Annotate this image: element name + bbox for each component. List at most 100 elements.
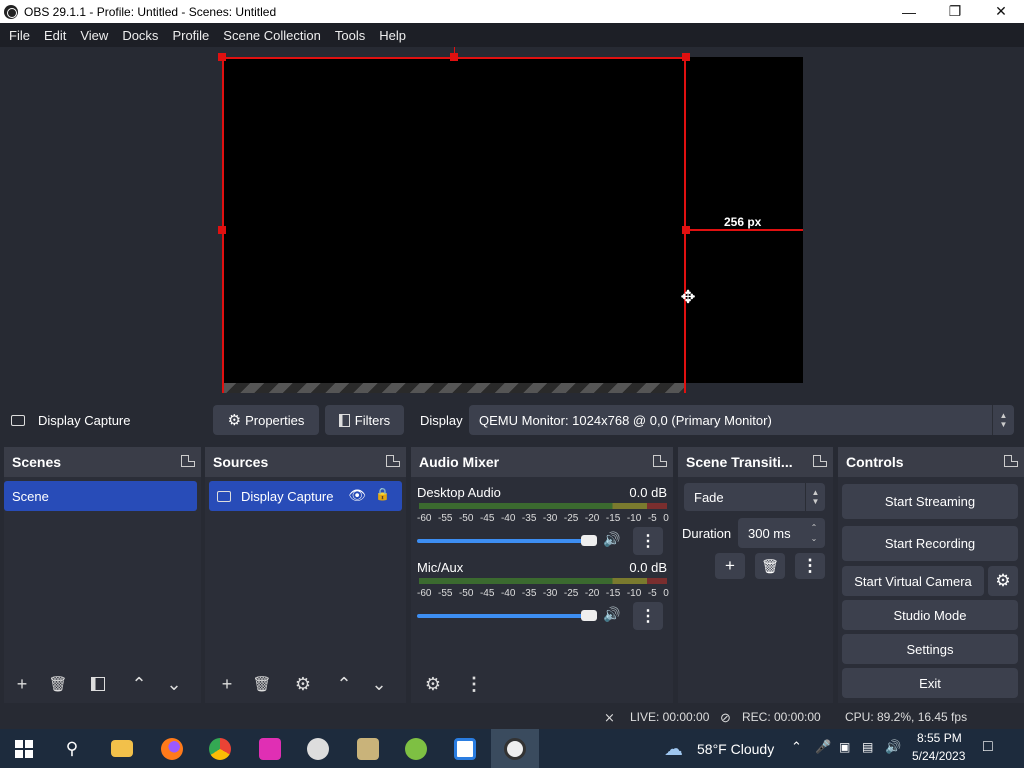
volume-slider-knob[interactable] — [581, 610, 597, 621]
rec-timer: REC: 00:00:00 — [742, 710, 821, 724]
scale-tick: -55 — [437, 588, 453, 599]
menu-file[interactable]: File — [2, 28, 37, 43]
scale-tick: -45 — [479, 588, 495, 599]
transition-properties-button[interactable]: ⋮ — [795, 553, 825, 579]
volume-slider-knob[interactable] — [581, 535, 597, 546]
file-explorer-icon[interactable] — [98, 729, 146, 768]
remove-scene-icon[interactable]: 🗑 — [43, 669, 73, 699]
move-cursor-icon: ✥ — [680, 287, 696, 307]
firefox-icon[interactable] — [148, 729, 196, 768]
remove-source-icon[interactable]: 🗑 — [247, 669, 277, 699]
app-icon-face[interactable] — [294, 729, 342, 768]
transition-select-value: Fade — [694, 489, 724, 505]
undock-icon[interactable] — [386, 455, 400, 467]
add-scene-icon[interactable]: + — [7, 669, 37, 699]
meter-scale: -60 -55 -50 -45 -40 -35 -30 -25 -20 -15 … — [417, 513, 669, 524]
menu-docks[interactable]: Docks — [115, 28, 165, 43]
menu-scene-collection[interactable]: Scene Collection — [216, 28, 328, 43]
scale-tick: -5 — [647, 513, 657, 524]
move-source-up-icon[interactable]: ⌃ — [329, 669, 359, 699]
menu-help[interactable]: Help — [372, 28, 413, 43]
search-icon[interactable]: ⚲ — [48, 729, 96, 768]
move-scene-up-icon[interactable]: ⌃ — [124, 669, 154, 699]
menu-profile[interactable]: Profile — [165, 28, 216, 43]
remove-transition-button[interactable]: 🗑 — [755, 553, 785, 579]
preview-area[interactable]: 256 px ✥ — [0, 47, 1024, 393]
notification-icon[interactable]: □ — [983, 738, 993, 756]
scale-tick: -5 — [647, 588, 657, 599]
channel-menu-button[interactable]: ⋮ — [633, 602, 663, 630]
move-source-down-icon[interactable]: ⌄ — [364, 669, 394, 699]
add-source-icon[interactable]: + — [212, 669, 242, 699]
source-list-item[interactable]: Display Capture 👁 🔒 — [209, 481, 402, 511]
start-recording-button[interactable]: Start Recording — [842, 526, 1018, 561]
source-bounding-box[interactable] — [222, 57, 686, 393]
filters-button[interactable]: Filters — [325, 405, 404, 435]
channel-name: Mic/Aux — [417, 560, 464, 575]
lock-icon[interactable]: 🔒 — [375, 487, 390, 501]
volume-icon[interactable]: 🔊 — [885, 739, 901, 755]
microphone-icon[interactable]: 🎤 — [815, 739, 831, 755]
menu-view[interactable]: View — [73, 28, 115, 43]
volume-slider[interactable] — [417, 539, 595, 543]
scene-filters-icon[interactable] — [83, 669, 113, 699]
mixer-channel-desktop-audio: Desktop Audio 0.0 dB -60 -55 -50 -45 -40… — [411, 485, 673, 560]
close-button[interactable]: ✕ — [978, 0, 1024, 23]
move-scene-down-icon[interactable]: ⌄ — [159, 669, 189, 699]
start-virtual-camera-button[interactable]: Start Virtual Camera — [842, 566, 984, 596]
menu-tools[interactable]: Tools — [328, 28, 372, 43]
source-properties-icon[interactable]: ⚙ — [288, 669, 318, 699]
resize-handle[interactable] — [218, 226, 226, 234]
undock-icon[interactable] — [813, 455, 827, 467]
transition-select[interactable]: Fade ▲ ▼ — [684, 483, 825, 511]
scale-tick: -20 — [584, 513, 600, 524]
scale-tick: -55 — [437, 513, 453, 524]
speaker-icon[interactable]: 🔊 — [603, 606, 620, 623]
exit-label: Exit — [919, 675, 941, 691]
scene-list-item[interactable]: Scene — [4, 481, 197, 511]
clock-time[interactable]: 8:55 PM — [917, 731, 962, 745]
app-icon-window[interactable] — [441, 729, 489, 768]
duration-input[interactable]: 300 ms ⌃ ⌄ — [738, 518, 825, 548]
windows-start-icon[interactable] — [0, 729, 48, 768]
volume-slider[interactable] — [417, 614, 595, 618]
cpu-usage: CPU: 89.2%, 16.45 fps — [845, 710, 968, 724]
exit-button[interactable]: Exit — [842, 668, 1018, 698]
minimize-button[interactable]: — — [886, 0, 932, 23]
settings-button[interactable]: Settings — [842, 634, 1018, 664]
obs-taskbar-icon[interactable] — [491, 729, 539, 768]
mixer-menu-icon[interactable]: ⋮ — [459, 669, 489, 699]
scenes-title: Scenes — [12, 454, 62, 470]
eye-icon[interactable]: 👁 — [348, 487, 366, 504]
gear-icon: ⚙ — [227, 412, 242, 429]
chevron-up-icon[interactable]: ⌃ — [791, 739, 802, 755]
filters-label: Filters — [354, 412, 391, 428]
chrome-icon[interactable] — [196, 729, 244, 768]
virtual-camera-settings-button[interactable]: ⚙ — [988, 566, 1018, 596]
speaker-icon[interactable]: 🔊 — [603, 531, 620, 548]
weather-text[interactable]: 58°F Cloudy — [697, 741, 774, 757]
undock-icon[interactable] — [653, 455, 667, 467]
start-streaming-button[interactable]: Start Streaming — [842, 484, 1018, 519]
app-icon-tools[interactable] — [344, 729, 392, 768]
add-transition-button[interactable]: + — [715, 553, 745, 579]
filter-icon — [338, 413, 350, 427]
clock-date[interactable]: 5/24/2023 — [912, 749, 965, 763]
maximize-button[interactable]: ❐ — [932, 0, 978, 23]
display-select[interactable]: QEMU Monitor: 1024x768 @ 0,0 (Primary Mo… — [469, 405, 1014, 435]
stepper-icon[interactable]: ⌃ ⌄ — [805, 518, 823, 548]
undock-icon[interactable] — [181, 455, 195, 467]
studio-mode-button[interactable]: Studio Mode — [842, 600, 1018, 630]
menu-edit[interactable]: Edit — [37, 28, 73, 43]
tray-app-icon[interactable]: ▣ — [839, 740, 850, 754]
scale-tick: -35 — [521, 513, 537, 524]
advanced-audio-icon[interactable]: ⚙ — [418, 669, 448, 699]
app-icon-pink[interactable] — [246, 729, 294, 768]
undock-icon[interactable] — [1004, 455, 1018, 467]
network-icon[interactable]: ▤ — [862, 740, 873, 754]
resize-handle[interactable] — [218, 53, 226, 61]
properties-button[interactable]: ⚙ Properties — [213, 405, 319, 435]
resize-handle[interactable] — [682, 53, 690, 61]
channel-menu-button[interactable]: ⋮ — [633, 527, 663, 555]
app-icon-green[interactable] — [392, 729, 440, 768]
